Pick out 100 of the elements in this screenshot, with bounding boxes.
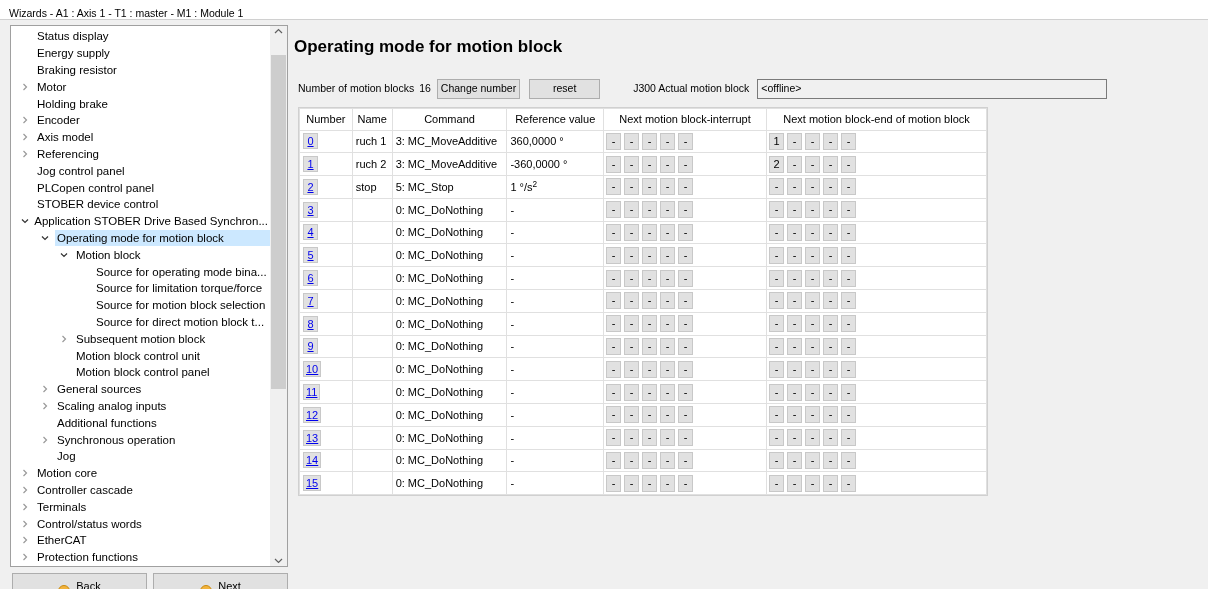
block-button[interactable]: - bbox=[823, 429, 838, 447]
chevron-right-icon[interactable] bbox=[21, 502, 29, 511]
tree-item[interactable]: Energy supply bbox=[35, 45, 112, 62]
block-button[interactable]: - bbox=[678, 246, 693, 264]
tree-item[interactable]: Holding brake bbox=[35, 95, 110, 112]
tree-item[interactable]: STOBER device control bbox=[35, 196, 161, 213]
block-button[interactable]: - bbox=[660, 338, 675, 356]
block-button[interactable]: - bbox=[660, 246, 675, 264]
block-button[interactable]: - bbox=[787, 269, 802, 287]
block-button[interactable]: - bbox=[624, 383, 639, 401]
block-button[interactable]: - bbox=[606, 315, 621, 333]
tree-item[interactable]: Synchronous operation bbox=[55, 431, 178, 448]
block-button[interactable]: - bbox=[606, 292, 621, 310]
chevron-right-icon[interactable] bbox=[21, 133, 29, 142]
block-button[interactable]: - bbox=[769, 474, 784, 492]
block-button[interactable]: - bbox=[606, 452, 621, 470]
tree-item[interactable]: Motion core bbox=[35, 465, 100, 482]
block-button[interactable]: - bbox=[624, 360, 639, 378]
block-button[interactable]: - bbox=[841, 224, 856, 242]
block-button[interactable]: - bbox=[823, 132, 838, 150]
block-button[interactable]: - bbox=[823, 178, 838, 196]
block-button[interactable]: - bbox=[660, 201, 675, 219]
block-button[interactable]: - bbox=[823, 338, 838, 356]
block-button[interactable]: - bbox=[678, 315, 693, 333]
block-button[interactable]: - bbox=[624, 178, 639, 196]
block-button[interactable]: - bbox=[678, 155, 693, 173]
chevron-right-icon[interactable] bbox=[21, 469, 29, 478]
block-number-link[interactable]: 7 bbox=[303, 292, 318, 309]
block-button[interactable]: - bbox=[606, 474, 621, 492]
tree-item[interactable]: General sources bbox=[55, 381, 144, 398]
block-button[interactable]: - bbox=[805, 201, 820, 219]
tree-item[interactable]: Protection functions bbox=[35, 549, 140, 566]
reset-button[interactable]: reset bbox=[529, 78, 601, 99]
tree-item[interactable]: Source for direct motion block t... bbox=[94, 313, 267, 330]
block-button[interactable]: - bbox=[642, 315, 657, 333]
tree-item[interactable]: Status display bbox=[35, 28, 111, 45]
block-button[interactable]: - bbox=[624, 315, 639, 333]
block-button[interactable]: - bbox=[660, 474, 675, 492]
block-button[interactable]: - bbox=[769, 429, 784, 447]
block-button[interactable]: - bbox=[678, 406, 693, 424]
chevron-right-icon[interactable] bbox=[21, 116, 29, 125]
block-button[interactable]: - bbox=[606, 155, 621, 173]
block-button[interactable]: - bbox=[805, 429, 820, 447]
tree-item[interactable]: PLCopen control panel bbox=[35, 179, 156, 196]
block-button[interactable]: - bbox=[769, 292, 784, 310]
tree-item[interactable]: Subsequent motion block bbox=[74, 330, 208, 347]
block-button[interactable]: - bbox=[769, 452, 784, 470]
block-number-link[interactable]: 5 bbox=[303, 247, 318, 264]
block-button[interactable]: - bbox=[823, 474, 838, 492]
block-button[interactable]: - bbox=[660, 132, 675, 150]
block-button[interactable]: - bbox=[823, 452, 838, 470]
block-button[interactable]: - bbox=[624, 269, 639, 287]
block-number-link[interactable]: 8 bbox=[303, 315, 318, 332]
block-button[interactable]: - bbox=[642, 474, 657, 492]
block-button[interactable]: - bbox=[841, 474, 856, 492]
block-button[interactable]: - bbox=[841, 155, 856, 173]
block-button[interactable]: - bbox=[624, 155, 639, 173]
block-button[interactable]: - bbox=[787, 383, 802, 401]
block-button[interactable]: - bbox=[823, 360, 838, 378]
block-button[interactable]: - bbox=[823, 383, 838, 401]
block-button[interactable]: - bbox=[624, 474, 639, 492]
block-button[interactable]: - bbox=[841, 452, 856, 470]
block-button[interactable]: - bbox=[642, 360, 657, 378]
block-button[interactable]: - bbox=[624, 429, 639, 447]
block-button[interactable]: - bbox=[769, 406, 784, 424]
tree-item[interactable]: EtherCAT bbox=[35, 532, 89, 549]
block-button[interactable]: - bbox=[787, 132, 802, 150]
block-button[interactable]: - bbox=[823, 201, 838, 219]
tree-item[interactable]: Source for motion block selection bbox=[94, 297, 268, 314]
block-button[interactable]: - bbox=[642, 383, 657, 401]
block-button[interactable]: - bbox=[805, 406, 820, 424]
block-button[interactable]: - bbox=[787, 406, 802, 424]
change-number-button[interactable]: Change number bbox=[436, 78, 521, 99]
block-button[interactable]: - bbox=[642, 201, 657, 219]
block-button[interactable]: - bbox=[805, 338, 820, 356]
block-button[interactable]: - bbox=[642, 452, 657, 470]
tree-item[interactable]: Axis model bbox=[35, 129, 96, 146]
block-button[interactable]: - bbox=[678, 132, 693, 150]
tree-item[interactable]: Braking resistor bbox=[35, 62, 119, 78]
tree-item[interactable]: Operating mode for motion block bbox=[54, 229, 270, 246]
block-button[interactable]: - bbox=[787, 292, 802, 310]
block-button[interactable]: - bbox=[805, 474, 820, 492]
block-button[interactable]: - bbox=[823, 315, 838, 333]
block-button[interactable]: - bbox=[805, 383, 820, 401]
block-button[interactable]: - bbox=[606, 406, 621, 424]
block-button[interactable]: - bbox=[660, 452, 675, 470]
block-button[interactable]: - bbox=[660, 178, 675, 196]
block-button[interactable]: - bbox=[769, 246, 784, 264]
tree-item[interactable]: Controller cascade bbox=[35, 481, 135, 498]
block-button[interactable]: - bbox=[606, 178, 621, 196]
block-button[interactable]: - bbox=[841, 406, 856, 424]
block-button[interactable]: 2 bbox=[769, 155, 784, 173]
block-button[interactable]: - bbox=[787, 474, 802, 492]
block-button[interactable]: - bbox=[642, 178, 657, 196]
tree-item[interactable]: Terminals bbox=[35, 498, 89, 515]
block-button[interactable]: - bbox=[787, 201, 802, 219]
block-button[interactable]: - bbox=[787, 224, 802, 242]
block-button[interactable]: - bbox=[642, 429, 657, 447]
block-button[interactable]: - bbox=[606, 224, 621, 242]
block-button[interactable]: - bbox=[805, 360, 820, 378]
